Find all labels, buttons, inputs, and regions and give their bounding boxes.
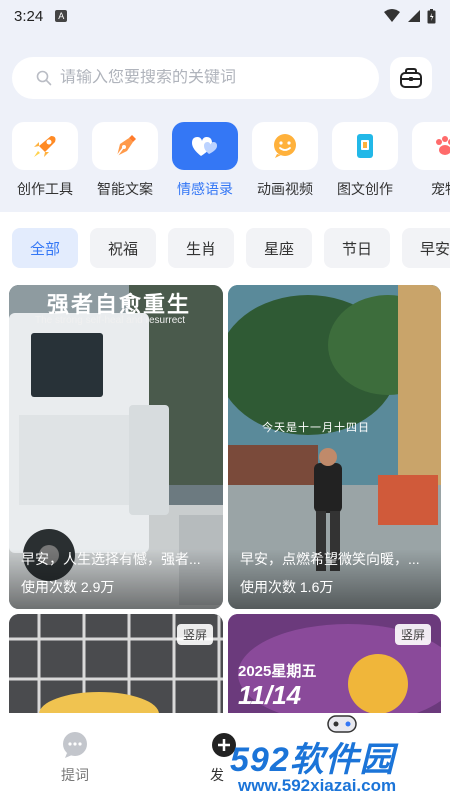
category-label: 动画视频 <box>257 181 313 197</box>
card-overlay-subtitle: The strong self-heal and resurrect <box>35 315 186 326</box>
card-date-line2: 11/14 <box>238 680 302 710</box>
nav-item-prompter[interactable]: 提词 <box>0 713 150 800</box>
category-tile[interactable] <box>412 122 450 170</box>
category-label: 创作工具 <box>17 181 73 197</box>
notification-a-icon: A <box>55 10 68 22</box>
category-item[interactable]: 智能文案 <box>92 122 158 204</box>
template-card[interactable]: 强者自愈重生 The strong self-heal and resurrec… <box>9 285 223 609</box>
hearts-icon <box>192 137 217 156</box>
card-usage-count: 使用次数 1.6万 <box>240 579 334 595</box>
filter-chip-row: 全部 祝福 生肖 星座 节日 早安 <box>12 228 450 268</box>
category-label: 图文创作 <box>337 181 393 197</box>
vertical-tag: 竖屏 <box>176 624 213 645</box>
category-label: 宠物 <box>431 181 450 197</box>
template-card[interactable]: 竖屏 2025星期五 11/14 <box>228 614 441 724</box>
category-row: 创作工具 智能文案 情感语录 动画视频 图文创作 宠物 <box>12 122 450 204</box>
chat-bubble-icon <box>63 732 87 758</box>
search-row <box>12 56 438 100</box>
category-tile[interactable] <box>252 122 318 170</box>
chip-all[interactable]: 全部 <box>12 228 78 268</box>
watermark-logo-text: 592软件园 <box>230 741 395 779</box>
wifi-icon <box>384 9 400 22</box>
card-overlay-text: 今天是十一月十四日 <box>262 422 370 434</box>
watermark: 592软件园 www.592xiazai.com <box>222 715 450 800</box>
pen-nib-icon <box>116 135 136 157</box>
document-icon <box>357 134 373 158</box>
category-tile[interactable] <box>92 122 158 170</box>
card-caption: 早安，点燃希望微笑向暖，... <box>240 551 420 567</box>
category-item[interactable]: 宠物 <box>412 122 450 204</box>
status-time: 3:24 <box>14 7 44 25</box>
search-icon <box>36 70 52 86</box>
nav-label: 提词 <box>61 767 89 783</box>
toolbox-icon <box>400 68 422 88</box>
category-item[interactable]: 情感语录 <box>172 122 238 204</box>
battery-icon <box>427 8 436 23</box>
template-card[interactable]: 竖屏 <box>9 614 223 724</box>
card-info: 早安，人生选择有憾，强者... 使用次数 2.9万 <box>9 549 223 609</box>
chip-zodiac-animal[interactable]: 生肖 <box>168 228 234 268</box>
category-label: 情感语录 <box>177 181 233 197</box>
status-bar: 3:24 A <box>0 0 450 32</box>
card-usage-count: 使用次数 2.9万 <box>21 579 115 595</box>
category-item[interactable]: 图文创作 <box>332 122 398 204</box>
category-item[interactable]: 动画视频 <box>252 122 318 204</box>
chip-festival[interactable]: 节日 <box>324 228 390 268</box>
card-info: 早安，点燃希望微笑向暖，... 使用次数 1.6万 <box>228 549 441 609</box>
smiley-chat-icon <box>274 134 296 158</box>
watermark-url: www.592xiazai.com <box>238 776 397 795</box>
card-caption: 早安，人生选择有憾，强者... <box>21 551 201 567</box>
search-input[interactable] <box>60 69 360 87</box>
vertical-tag: 竖屏 <box>394 624 431 645</box>
chip-good-morning[interactable]: 早安 <box>402 228 450 268</box>
category-item[interactable]: 创作工具 <box>12 122 78 204</box>
status-icons <box>383 8 436 24</box>
category-tile[interactable] <box>332 122 398 170</box>
chip-constellation[interactable]: 星座 <box>246 228 312 268</box>
category-label: 智能文案 <box>97 181 153 197</box>
chip-blessing[interactable]: 祝福 <box>90 228 156 268</box>
rocket-icon <box>34 136 56 157</box>
signal-icon <box>408 10 420 22</box>
card-date-line1: 2025星期五 <box>238 663 317 680</box>
search-box[interactable] <box>12 57 379 99</box>
category-tile-active[interactable] <box>172 122 238 170</box>
toolbox-button[interactable] <box>390 57 432 99</box>
category-tile[interactable] <box>12 122 78 170</box>
paw-icon <box>436 136 450 155</box>
template-card[interactable]: 今天是十一月十四日 早安，点燃希望微笑向暖，... 使用次数 1.6万 <box>228 285 441 609</box>
